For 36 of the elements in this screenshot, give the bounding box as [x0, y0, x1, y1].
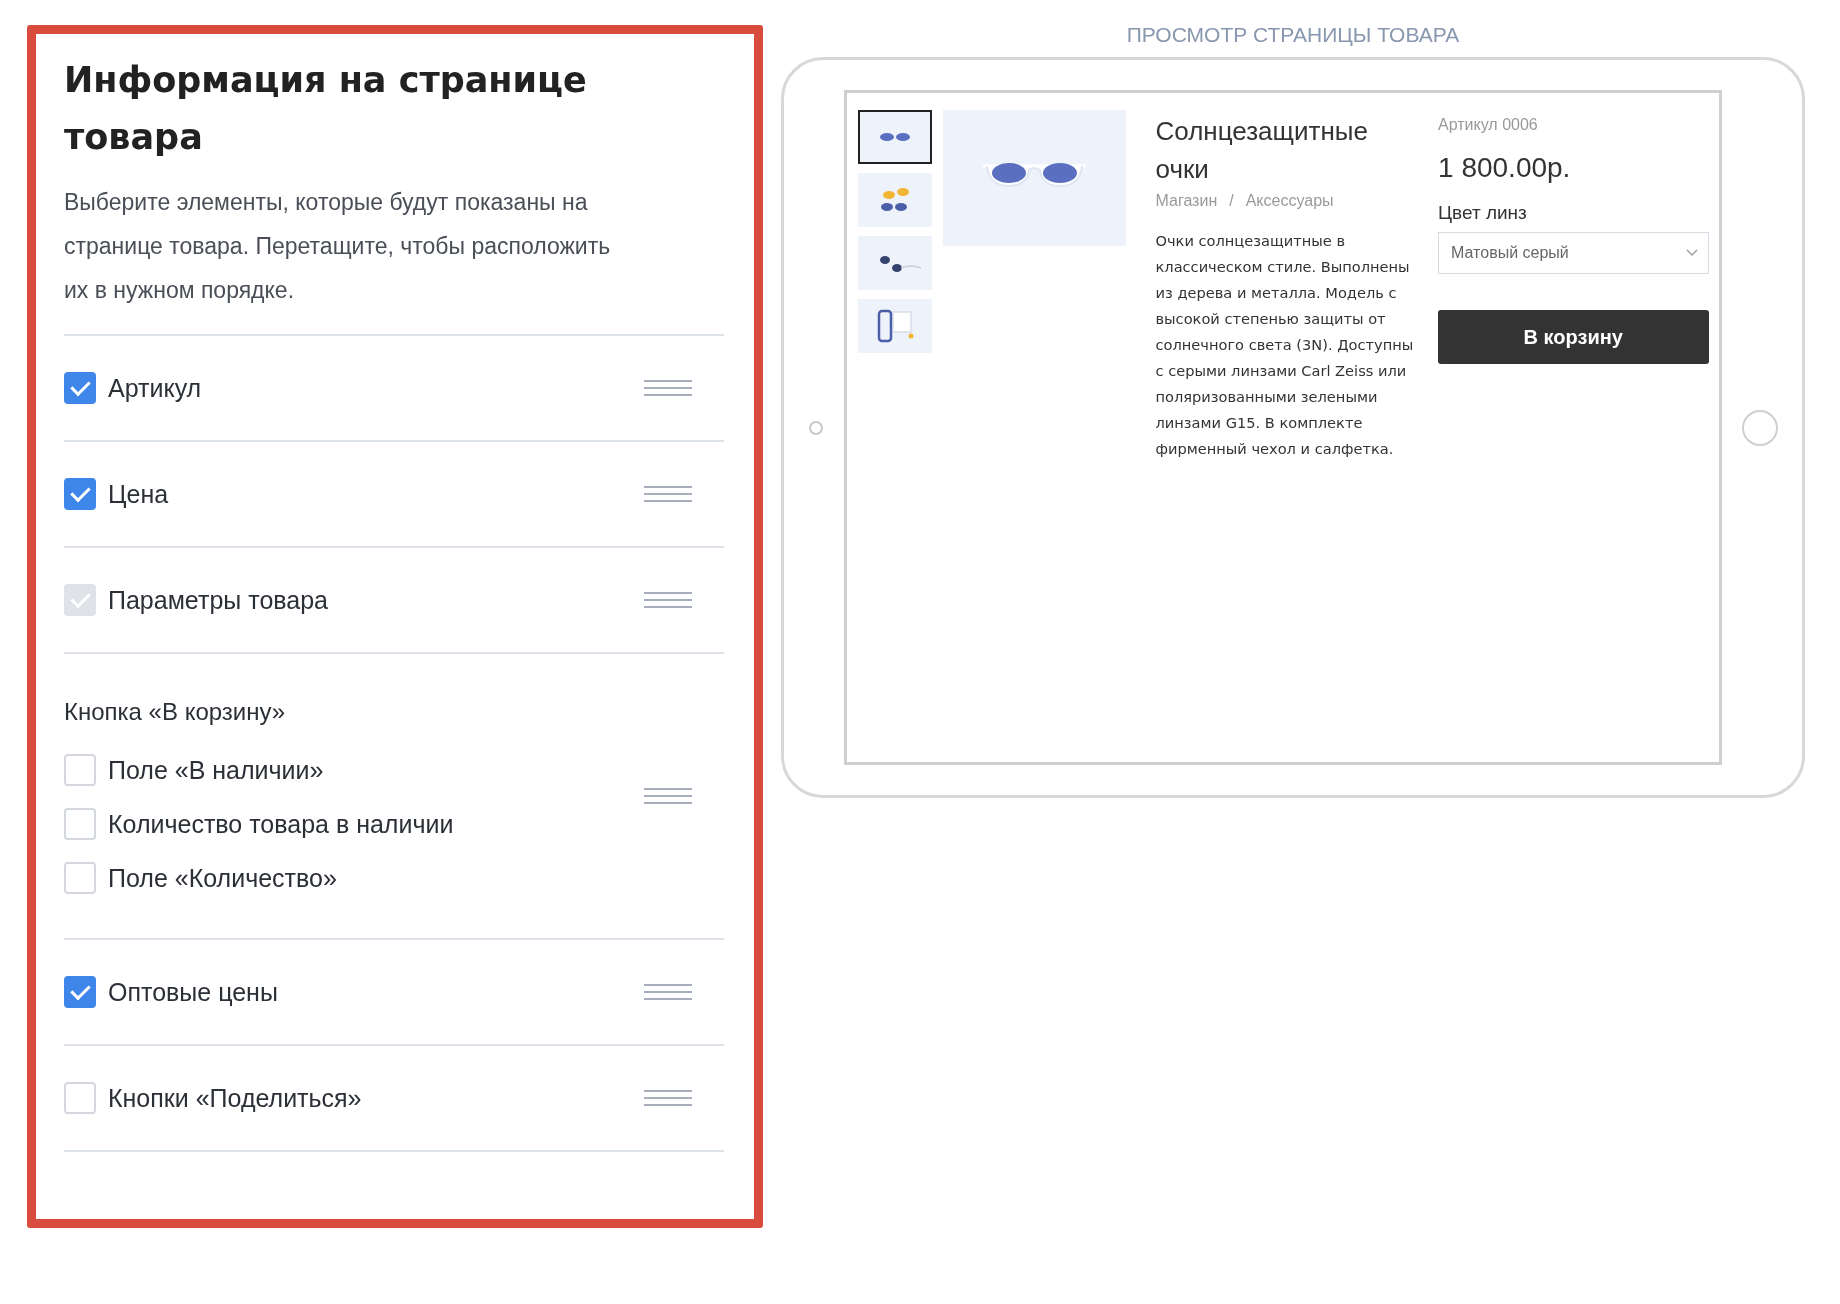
- checkbox[interactable]: [64, 976, 96, 1008]
- drag-handle-icon[interactable]: [644, 590, 692, 610]
- checkbox[interactable]: [64, 372, 96, 404]
- product-title: Солнцезащитные очки: [1155, 115, 1369, 186]
- checkbox-label: Кнопки «Поделиться»: [108, 1083, 362, 1113]
- checkbox-label: Поле «В наличии»: [108, 755, 324, 785]
- camera-icon: [809, 420, 823, 435]
- drag-handle-icon[interactable]: [644, 982, 692, 1002]
- drag-handle-icon[interactable]: [644, 786, 692, 806]
- panel-title: Информация на странице товара: [64, 59, 588, 159]
- checkbox-label: Артикул: [108, 373, 202, 403]
- option-label: Цвет линз: [1438, 202, 1528, 224]
- chevron-down-icon: [1685, 249, 1698, 257]
- thumbnail[interactable]: [857, 236, 932, 290]
- lens-color-select[interactable]: Матовый серый: [1438, 232, 1709, 274]
- panel-description: Выберите элементы, которые будут показаны на странице товара. Перетащите, чтобы расположить их в нужном порядке.: [64, 188, 612, 305]
- preview-heading: ПРОСМОТР СТРАНИЦЫ ТОВАРА: [1126, 23, 1460, 48]
- product-description: Очки солнцезащитные в классическом стиле. Выполнены из дерева и металла. Модель с высокой степенью защиты от солнечного света (3N). Доступны с серыми линзами Carl Zeiss или поляризованными зелеными линзами G15. В комплекте фирменный чехол и салфетка.: [1155, 231, 1415, 459]
- checkbox-label: Параметры товара: [108, 585, 328, 615]
- thumbnail[interactable]: [857, 173, 932, 227]
- checkbox-label: Количество товара в наличии: [108, 809, 454, 839]
- product-sku: Артикул 0006: [1438, 116, 1539, 134]
- drag-handle-icon[interactable]: [644, 378, 692, 398]
- product-price: 1 800.00р.: [1438, 152, 1572, 184]
- checkbox-label: Оптовые цены: [108, 977, 278, 1007]
- drag-handle-icon[interactable]: [644, 484, 692, 504]
- group-label: Кнопка «В корзину»: [64, 698, 287, 726]
- home-button[interactable]: [1742, 409, 1778, 446]
- thumbnail[interactable]: [857, 110, 932, 164]
- thumbnail[interactable]: [857, 299, 932, 353]
- drag-handle-icon[interactable]: [644, 1088, 692, 1108]
- checkbox-label: Цена: [108, 479, 169, 509]
- breadcrumb-separator: /: [1229, 192, 1234, 210]
- add-to-cart-button[interactable]: В корзину: [1438, 310, 1709, 364]
- checkbox-label: Поле «Количество»: [108, 863, 337, 893]
- checkbox[interactable]: [64, 478, 96, 510]
